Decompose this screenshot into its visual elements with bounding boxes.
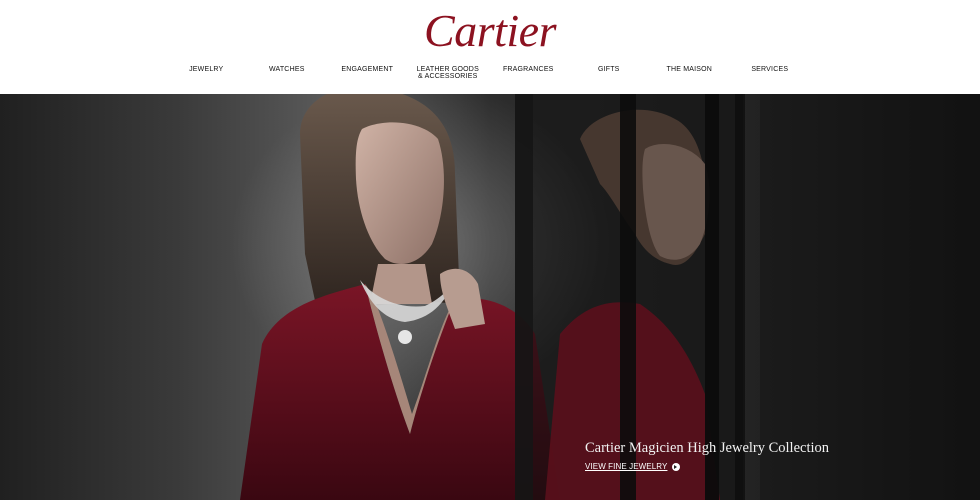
nav-item-fragrances[interactable]: FRAGRANCES xyxy=(488,64,569,86)
hero-banner[interactable]: Cartier Magicien High Jewelry Collection… xyxy=(0,94,980,500)
hero-caption: Cartier Magicien High Jewelry Collection… xyxy=(585,439,845,471)
nav-item-leather-goods-accessories[interactable]: LEATHER GOODS & ACCESSORIES xyxy=(408,64,489,86)
nav-item-gifts[interactable]: GIFTS xyxy=(569,64,650,86)
view-fine-jewelry-link-text[interactable]: VIEW FINE JEWELRY xyxy=(585,462,667,471)
hero-title: Cartier Magicien High Jewelry Collection xyxy=(585,440,830,456)
site-header: Cartier JEWELRY WATCHES ENGAGEMENT LEATH… xyxy=(0,0,980,94)
view-fine-jewelry-link[interactable]: VIEW FINE JEWELRY xyxy=(585,462,845,471)
arrow-right-circle-icon[interactable] xyxy=(672,462,681,471)
nav-item-engagement[interactable]: ENGAGEMENT xyxy=(327,64,408,86)
nav-item-services[interactable]: SERVICES xyxy=(730,64,811,86)
nav-item-the-maison[interactable]: THE MAISON xyxy=(649,64,730,86)
nav-item-jewelry[interactable]: JEWELRY xyxy=(166,64,247,86)
main-nav: JEWELRY WATCHES ENGAGEMENT LEATHER GOODS… xyxy=(166,64,810,86)
nav-item-watches[interactable]: WATCHES xyxy=(247,64,328,86)
cartier-logo[interactable]: Cartier xyxy=(0,4,980,58)
